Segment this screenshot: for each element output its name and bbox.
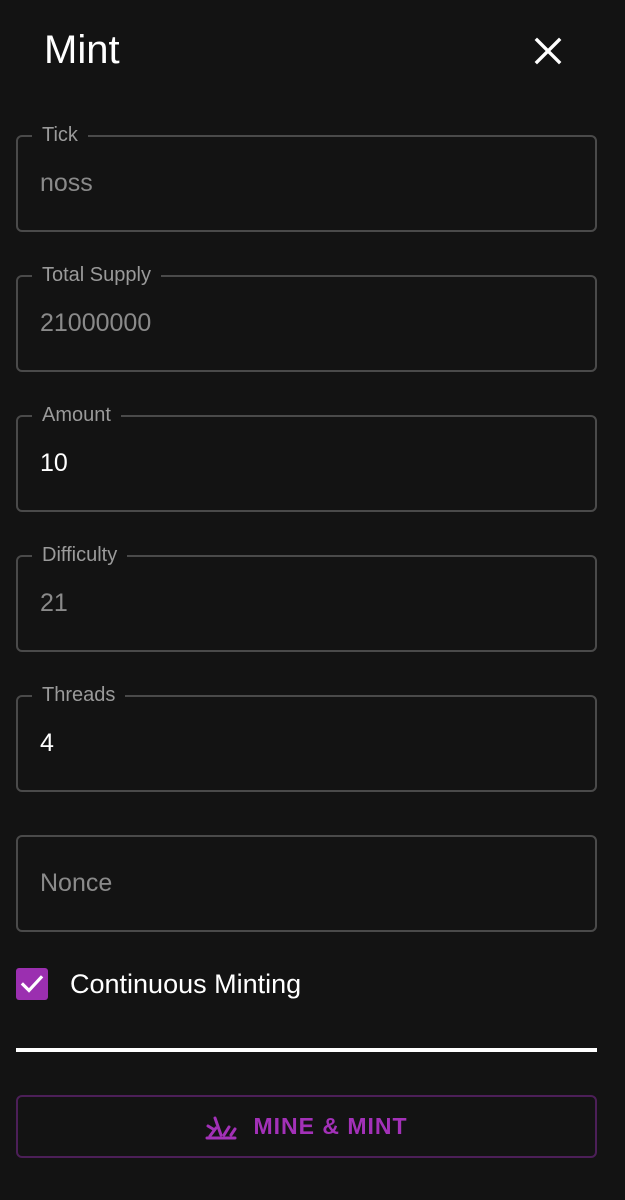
tick-input (40, 163, 560, 203)
close-icon (534, 37, 562, 65)
threads-label: Threads (32, 681, 126, 709)
continuous-minting-row[interactable]: Continuous Minting (16, 966, 301, 1002)
divider (16, 1048, 597, 1052)
continuous-minting-checkbox[interactable] (16, 968, 48, 1000)
total-supply-input (40, 303, 560, 343)
nonce-input[interactable] (40, 863, 560, 903)
dialog-header: Mint (0, 0, 625, 100)
amount-input[interactable] (40, 443, 560, 483)
amount-label: Amount (32, 401, 121, 429)
difficulty-input (40, 583, 560, 623)
tick-label: Tick (32, 121, 88, 149)
amount-field[interactable]: Amount (16, 401, 597, 512)
threads-field[interactable]: Threads (16, 681, 597, 792)
checkmark-icon (20, 975, 44, 993)
continuous-minting-label: Continuous Minting (70, 969, 302, 999)
close-button[interactable] (528, 31, 568, 71)
mine-and-mint-label: MINE & MINT (253, 1113, 408, 1139)
tick-field: Tick (16, 121, 597, 232)
difficulty-label: Difficulty (32, 541, 128, 569)
difficulty-field: Difficulty (16, 541, 597, 652)
total-supply-field: Total Supply (16, 261, 597, 372)
threads-input[interactable] (40, 723, 560, 763)
nonce-field[interactable] (16, 835, 597, 932)
mine-and-mint-button[interactable]: MINE & MINT (16, 1095, 597, 1158)
page-title: Mint (44, 28, 120, 72)
mining-icon (205, 1116, 237, 1139)
total-supply-label: Total Supply (32, 261, 161, 289)
